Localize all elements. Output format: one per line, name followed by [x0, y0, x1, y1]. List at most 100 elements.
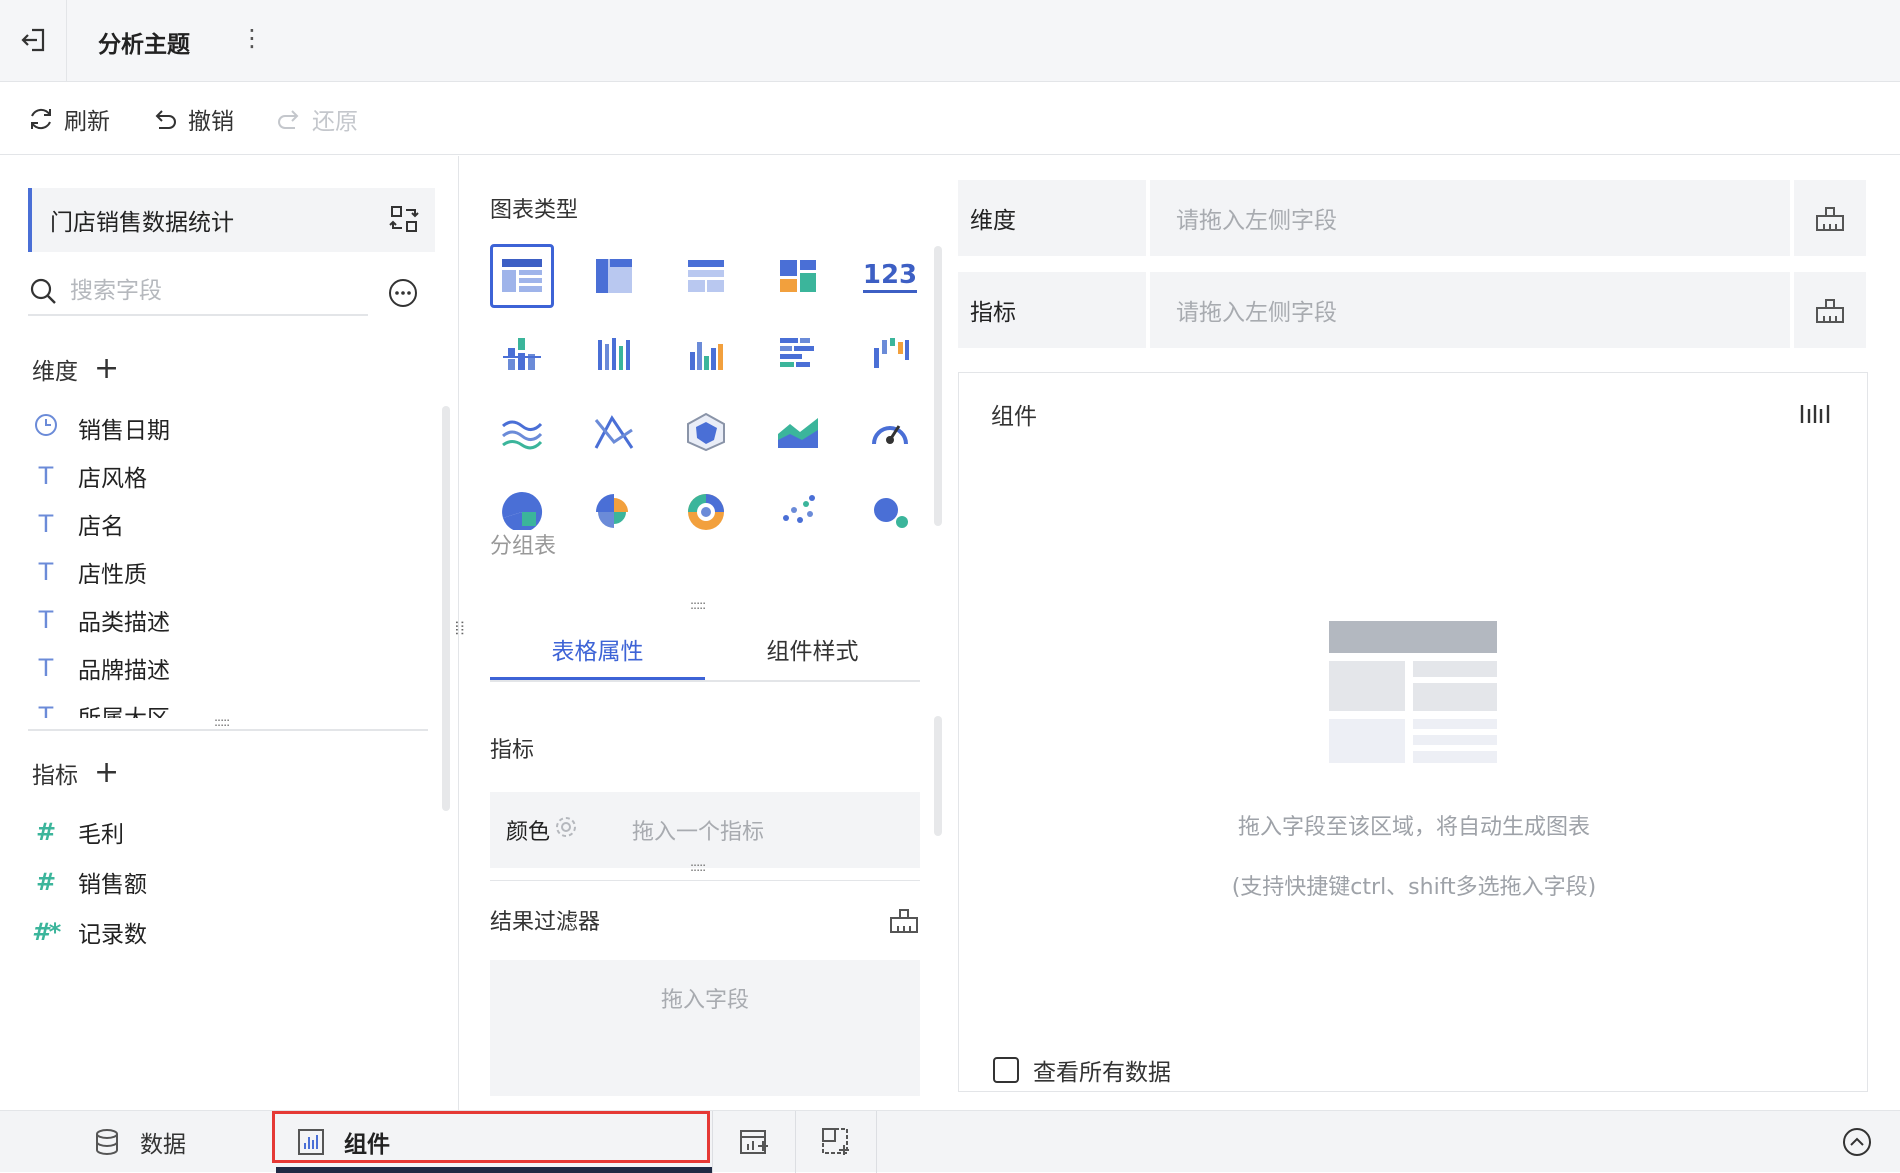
dimension-field[interactable]: T 所属大区 [32, 696, 170, 718]
component-title: 组件 [991, 404, 1037, 430]
resize-handle-icon[interactable]: ::::: [690, 598, 706, 612]
bottom-tab-bar: 数据 组件 [0, 1110, 1900, 1173]
color-label: 颜色 [506, 820, 551, 845]
resize-handle-icon[interactable]: ::::: [214, 715, 230, 729]
exit-icon[interactable] [18, 24, 50, 56]
field-label: 毛利 [78, 822, 124, 848]
dimension-field[interactable]: T 品类描述 [32, 600, 170, 640]
rose-chart-icon[interactable] [582, 478, 646, 542]
resize-handle-icon[interactable]: ::::: [690, 860, 706, 874]
detail-table-chart-icon[interactable] [674, 244, 738, 308]
column-chart-icon[interactable] [674, 322, 738, 386]
dimension-field[interactable]: T 店风格 [32, 456, 147, 496]
redo-button[interactable]: 还原 [274, 102, 358, 136]
dimension-field[interactable]: T 品牌描述 [32, 648, 170, 688]
group-table-chart-icon[interactable] [490, 244, 554, 308]
field-label: 所属大区 [78, 699, 170, 718]
dimension-field[interactable]: 销售日期 [32, 408, 170, 448]
brush-icon[interactable] [1794, 272, 1866, 348]
tab-component[interactable]: 组件 [296, 1111, 390, 1173]
measures-title: 指标 [32, 763, 78, 789]
dataset-selector[interactable]: 门店销售数据统计 [28, 188, 435, 252]
chart-component-icon [298, 1129, 324, 1155]
collapse-panel-button[interactable] [1842, 1111, 1872, 1173]
redo-icon [278, 110, 299, 129]
undo-label: 撤销 [188, 109, 234, 135]
dimension-slot-label: 维度 [958, 180, 1146, 256]
refresh-button[interactable]: 刷新 [26, 102, 110, 136]
show-all-data-checkbox[interactable]: 查看所有数据 [993, 1053, 1171, 1087]
add-dimension-icon[interactable]: + [94, 354, 119, 384]
hash-star-icon: #* [32, 918, 62, 946]
kpi-chart-icon[interactable]: 123 [858, 244, 922, 308]
switch-dataset-icon[interactable] [389, 204, 419, 240]
tab-component-style[interactable]: 组件样式 [705, 632, 920, 680]
filter-drop-zone[interactable]: 拖入字段 [490, 960, 920, 1096]
bubble-chart-icon[interactable] [858, 478, 922, 542]
cross-table-chart-icon[interactable] [582, 244, 646, 308]
add-measure-icon[interactable]: + [94, 758, 119, 788]
add-layout-button[interactable] [820, 1111, 852, 1173]
measure-field[interactable]: # 销售额 [32, 862, 147, 902]
undo-button[interactable]: 撤销 [150, 102, 234, 136]
field-label: 销售日期 [78, 418, 170, 444]
color-drop-zone[interactable]: 颜色 拖入一个指标 [490, 792, 920, 868]
settings-gear-icon[interactable] [554, 815, 578, 845]
radar-chart-icon[interactable] [674, 400, 738, 464]
dimension-drop-zone[interactable]: 请拖入左侧字段 [1150, 180, 1790, 256]
more-menu-icon[interactable]: ⋮ [240, 24, 264, 52]
chart-type-scrollbar[interactable] [934, 246, 942, 526]
cross-line-chart-icon[interactable] [582, 400, 646, 464]
tab-divider [876, 1111, 877, 1173]
tab-component-label: 组件 [344, 1132, 390, 1158]
measure-drop-zone[interactable]: 请拖入左侧字段 [1150, 272, 1790, 348]
properties-scrollbar[interactable] [934, 716, 942, 836]
field-list-scrollbar[interactable] [442, 406, 450, 811]
brush-icon[interactable] [888, 904, 920, 940]
column-settings-icon[interactable] [1799, 401, 1831, 431]
refresh-icon [31, 108, 51, 130]
field-label: 店名 [78, 514, 124, 540]
line-chart-icon[interactable] [490, 400, 554, 464]
dataset-name: 门店销售数据统计 [50, 210, 234, 236]
waterfall-chart-icon[interactable] [858, 322, 922, 386]
tab-data-label: 数据 [140, 1132, 186, 1158]
card-chart-icon[interactable] [766, 244, 830, 308]
checkbox-icon[interactable] [993, 1057, 1019, 1083]
canvas-hint-shortcut: (支持快捷键ctrl、shift多选拖入字段) [1231, 875, 1597, 900]
chevron-up-circle-icon [1843, 1128, 1871, 1156]
sunburst-chart-icon[interactable] [674, 478, 738, 542]
chart-type-grid: 123 [490, 244, 930, 544]
measure-field[interactable]: #* 记录数 [32, 912, 147, 952]
measure-field[interactable]: # 毛利 [32, 812, 124, 852]
component-canvas[interactable]: 组件 拖入字段至该区域，将自动生成图表 (支持快捷键ctrl、shift多选拖入… [958, 372, 1868, 1092]
more-options-icon[interactable] [388, 278, 418, 312]
area-chart-icon[interactable] [766, 400, 830, 464]
stacked-bar-chart-icon[interactable] [490, 322, 554, 386]
app-header: 分析主题 ⋮ [0, 0, 1900, 82]
page-title: 分析主题 [98, 32, 190, 58]
field-label: 销售额 [78, 872, 147, 898]
search-input[interactable] [70, 278, 350, 304]
field-label: 记录数 [78, 922, 147, 948]
brush-icon[interactable] [1794, 180, 1866, 256]
add-component-button[interactable] [738, 1111, 770, 1173]
multi-bar-chart-icon[interactable] [582, 322, 646, 386]
tab-data[interactable]: 数据 [92, 1111, 186, 1173]
gauge-chart-icon[interactable] [858, 400, 922, 464]
add-layout-icon [822, 1128, 849, 1155]
color-placeholder: 拖入一个指标 [632, 820, 765, 845]
horizontal-bar-chart-icon[interactable] [766, 322, 830, 386]
scatter-chart-icon[interactable] [766, 478, 830, 542]
canvas-panel: 维度 请拖入左侧字段 指标 请拖入左侧字段 组件 拖入字段至该区域，将自动生成图… [958, 156, 1900, 1110]
measure-section-title: 指标 [490, 738, 535, 763]
dimension-field[interactable]: T 店名 [32, 504, 124, 544]
hash-icon: # [35, 818, 57, 846]
dimensions-section: 维度 + [32, 352, 119, 386]
field-label: 店风格 [78, 466, 147, 492]
tab-table-properties[interactable]: 表格属性 [490, 632, 705, 680]
section-divider [490, 880, 920, 881]
measure-drop-slot: 指标 请拖入左侧字段 [958, 272, 1870, 348]
dimension-field[interactable]: T 店性质 [32, 552, 147, 592]
add-chart-icon [740, 1130, 768, 1154]
